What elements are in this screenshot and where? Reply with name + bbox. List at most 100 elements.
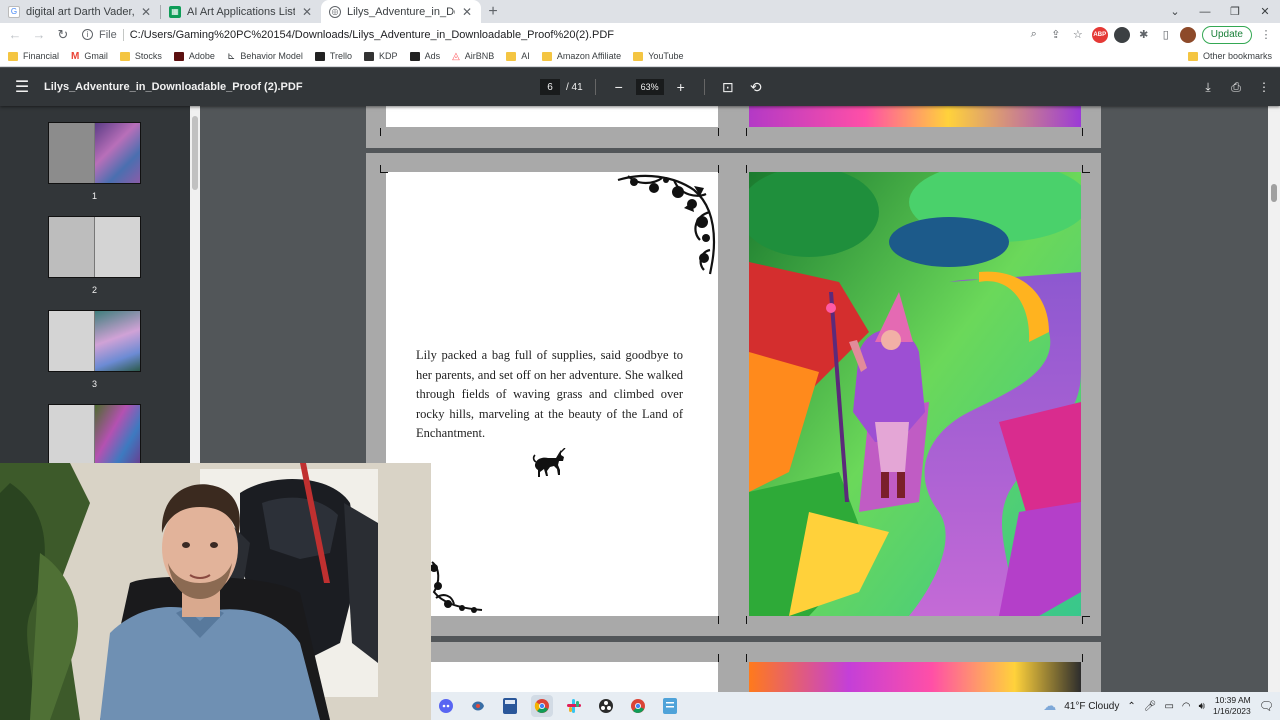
sheets-favicon-icon: ▦ — [169, 5, 181, 18]
url-text: C:/Users/Gaming%20PC%20154/Downloads/Lil… — [129, 28, 614, 41]
thumbnail-page-4[interactable] — [48, 404, 141, 466]
share-icon[interactable]: ⇪ — [1048, 27, 1064, 43]
address-bar[interactable]: i File C:/Users/Gaming%20PC%20154/Downlo… — [78, 25, 1020, 45]
bookmark-label: Gmail — [84, 51, 108, 61]
bookmark-airbnb[interactable]: ◬ AirBNB — [452, 51, 494, 62]
bookmark-youtube[interactable]: YouTube — [633, 51, 684, 61]
close-icon[interactable]: ✕ — [301, 5, 313, 19]
close-icon[interactable]: ✕ — [140, 5, 152, 19]
crop-mark — [746, 654, 747, 662]
thumbnail-page-1[interactable] — [48, 122, 141, 184]
more-options-icon[interactable]: ⋮ — [1256, 80, 1272, 94]
bookmark-adobe[interactable]: Adobe — [173, 51, 215, 61]
new-tab-button[interactable]: + — [481, 0, 505, 23]
notifications-icon[interactable]: 🗨︎ — [1259, 699, 1274, 713]
adblock-extension-icon[interactable]: ABP — [1091, 26, 1108, 43]
wifi-icon[interactable]: ◠ — [1182, 701, 1191, 712]
crop-mark — [718, 616, 719, 624]
zoom-out-button[interactable]: − — [608, 79, 630, 95]
bookmark-behavior-model[interactable]: ⊾ Behavior Model — [227, 51, 303, 62]
side-panel-icon[interactable]: ▯ — [1158, 27, 1174, 43]
rotate-icon[interactable]: ⟲ — [745, 79, 767, 96]
chrome-icon[interactable] — [531, 695, 553, 717]
bookmark-star-icon[interactable]: ☆ — [1070, 27, 1086, 43]
pdf-title: Lilys_Adventure_in_Downloadable_Proof (2… — [44, 81, 303, 93]
bookmark-label: Behavior Model — [240, 51, 303, 61]
bookmark-gmail[interactable]: M Gmail — [71, 51, 108, 62]
menu-kebab-icon[interactable]: ⋮ — [1258, 27, 1274, 43]
discord-icon[interactable] — [435, 695, 457, 717]
notepad-icon[interactable] — [659, 695, 681, 717]
thumbnail-art-page — [95, 405, 140, 465]
crop-mark — [380, 172, 388, 173]
thumbnail-number: 2 — [91, 285, 97, 295]
bookmark-label: AI — [521, 51, 530, 61]
thumbnail-page-3[interactable] — [48, 310, 141, 372]
obs-icon[interactable] — [595, 695, 617, 717]
microphone-icon[interactable]: 🎤︎ — [1144, 701, 1157, 712]
bookmark-ads[interactable]: Ads — [409, 51, 440, 61]
corner-ornament-icon — [617, 174, 716, 275]
forward-button[interactable]: → — [30, 26, 48, 44]
app-swirl-icon[interactable] — [467, 695, 489, 717]
zoom-in-button[interactable]: + — [670, 79, 692, 95]
ruler-icon: ⊾ — [226, 50, 236, 62]
restore-button[interactable]: ❐ — [1220, 0, 1250, 23]
bookmark-label: Other bookmarks — [1202, 51, 1272, 61]
bookmarks-bar: Financial M Gmail Stocks Adobe ⊾ Behavior … — [0, 46, 1280, 67]
url-divider — [122, 28, 124, 41]
viewer-scrollbar-thumb[interactable] — [1271, 184, 1277, 202]
calculator-icon[interactable] — [499, 695, 521, 717]
thumbnail-cover-art — [95, 123, 140, 183]
thumbnail-number: 3 — [91, 379, 97, 389]
crop-mark — [718, 128, 719, 136]
extension-dark-icon[interactable] — [1113, 26, 1130, 43]
info-icon[interactable]: i — [82, 29, 93, 40]
tray-chevron-icon[interactable]: ⌃ — [1127, 701, 1135, 712]
page-number-input[interactable]: 6 — [540, 79, 560, 95]
slack-icon[interactable] — [563, 695, 585, 717]
bookmark-trello[interactable]: Trello — [314, 51, 353, 61]
clock[interactable]: 10:39 AM 1/16/2023 — [1213, 695, 1251, 717]
tab-pdf-active[interactable]: ◎ Lilys_Adventure_in_Downloadable_Proof … — [321, 0, 481, 23]
folder-icon — [119, 51, 130, 61]
battery-icon[interactable]: ▭ — [1164, 701, 1173, 712]
tab-ai-art-list[interactable]: ▦ AI Art Applications List. ✕ — [161, 0, 321, 23]
fit-page-icon[interactable]: ⊡ — [717, 79, 739, 96]
illustration-lily-on-path — [749, 172, 1081, 616]
bookmark-amazon-affiliate[interactable]: Amazon Affiliate — [541, 51, 621, 61]
close-icon[interactable]: ✕ — [461, 5, 473, 19]
other-bookmarks[interactable]: Other bookmarks — [1187, 51, 1272, 61]
bookmark-label: Trello — [329, 51, 353, 61]
print-icon[interactable]: ⎙ — [1228, 80, 1244, 95]
hamburger-menu-icon[interactable]: ☰ — [0, 68, 44, 106]
bookmark-stocks[interactable]: Stocks — [119, 51, 162, 61]
thumbnail-blank-half — [49, 123, 95, 183]
back-button[interactable]: ← — [6, 26, 24, 44]
folder-icon — [1187, 51, 1198, 61]
zoom-icon[interactable]: ⌕ — [1026, 27, 1042, 43]
bookmark-ai[interactable]: AI — [506, 51, 530, 61]
zoom-level-input[interactable]: 63% — [635, 79, 664, 95]
close-window-button[interactable]: ✕ — [1250, 0, 1280, 23]
chrome-profile-icon[interactable] — [627, 695, 649, 717]
update-button[interactable]: Update — [1201, 25, 1252, 44]
clock-date: 1/16/2023 — [1212, 706, 1251, 716]
adobe-icon — [173, 51, 184, 61]
minimize-button[interactable]: — — [1190, 0, 1220, 23]
pdf-page-controls: 6 / 41 − 63% + ⊡ ⟲ — [540, 68, 767, 106]
webcam-overlay — [0, 463, 431, 720]
extensions-puzzle-icon[interactable]: ✱ — [1136, 27, 1152, 43]
crop-mark — [718, 165, 719, 173]
bookmark-kdp[interactable]: KDP — [364, 51, 398, 61]
thumbnail-page-2[interactable] — [48, 216, 141, 278]
tab-darth-vader[interactable]: G digital art Darth Vader, the iconic ✕ — [0, 0, 160, 23]
download-icon[interactable]: ⤓ — [1200, 80, 1216, 95]
sidebar-scrollbar-thumb[interactable] — [192, 116, 198, 190]
tab-search-chevron-icon[interactable]: ⌄ — [1160, 0, 1190, 23]
volume-icon[interactable]: 🔊︎ — [1199, 701, 1205, 712]
reload-button[interactable]: ↻ — [54, 26, 72, 44]
bookmark-financial[interactable]: Financial — [8, 51, 59, 61]
weather-text[interactable]: 41°F Cloudy — [1064, 701, 1119, 712]
profile-avatar[interactable] — [1179, 26, 1196, 43]
